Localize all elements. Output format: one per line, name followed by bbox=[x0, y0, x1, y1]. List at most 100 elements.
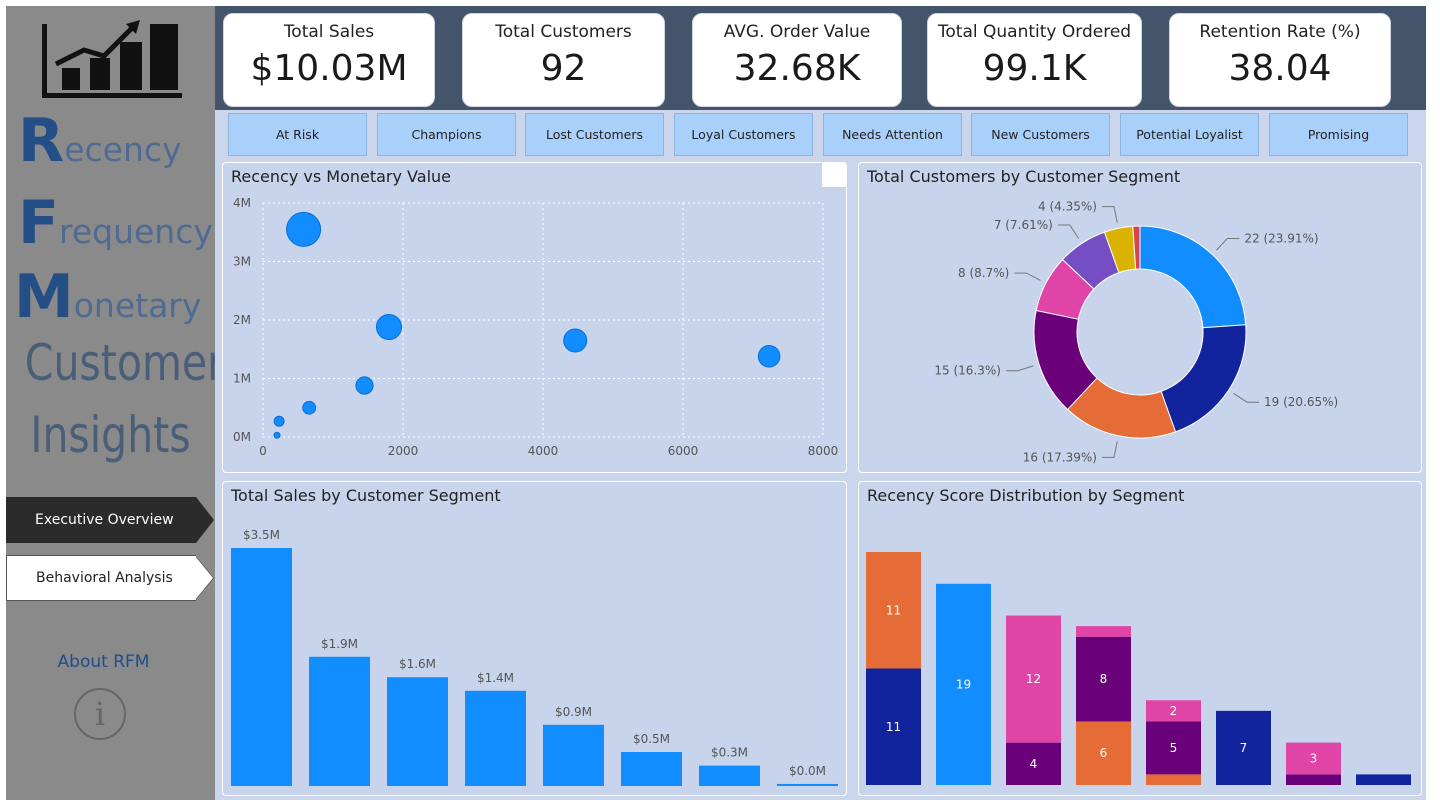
stack-segment-label: 11 bbox=[886, 720, 901, 734]
donut-leader-line bbox=[1005, 365, 1034, 372]
kpi-card-avg-order-value: AVG. Order Value 32.68K bbox=[692, 13, 902, 107]
donut-leader-line bbox=[1057, 224, 1079, 239]
bar-chart: $3.5M $1.9M $1.6M $1.4M $0.9M $0.5M $0.3M $0.0M bbox=[231, 528, 838, 786]
kpi-value: $10.03M bbox=[250, 48, 408, 89]
scatter-point bbox=[286, 211, 322, 247]
donut-chart: 22 (23.91%) 19 (20.65%) 16 (17.39%) 15 (16.… bbox=[934, 200, 1338, 465]
y-tick-label: 4M bbox=[233, 196, 251, 210]
rfm-monetary-rest: onetary bbox=[73, 286, 202, 325]
sales-bar bbox=[621, 752, 682, 786]
segment-button-loyal-customers[interactable]: Loyal Customers bbox=[674, 113, 813, 156]
scatter-point bbox=[302, 400, 317, 415]
donut-leader-line bbox=[1014, 272, 1041, 281]
insights-heading: Insights bbox=[30, 406, 191, 464]
kpi-label: Retention Rate (%) bbox=[1199, 22, 1361, 42]
stack-segment-label: 2 bbox=[1170, 704, 1178, 718]
scatter-panel: Recency vs Monetary Value 0M 1M 2M 3M 4M 0 200… bbox=[222, 162, 847, 473]
sales-bar bbox=[699, 765, 760, 786]
scatter-point bbox=[355, 376, 374, 395]
x-tick-label: 8000 bbox=[808, 444, 839, 458]
about-rfm-link[interactable]: About RFM bbox=[6, 652, 201, 672]
donut-data-label: 15 (16.3%) bbox=[934, 364, 1001, 378]
stack-segment bbox=[1356, 774, 1411, 785]
scatter-point bbox=[375, 313, 403, 341]
y-tick-label: 3M bbox=[233, 255, 251, 269]
kpi-label: Total Customers bbox=[495, 22, 632, 42]
stack-segment-label: 12 bbox=[1026, 672, 1041, 686]
donut-leader-line bbox=[1101, 206, 1118, 223]
x-tick-label: 2000 bbox=[388, 444, 419, 458]
dashboard-root: Recency Frequency Monetary Customer Insi… bbox=[0, 0, 1440, 806]
y-tick-label: 1M bbox=[233, 372, 251, 386]
stack-segment-label: 5 bbox=[1170, 741, 1178, 755]
info-icon[interactable]: i bbox=[74, 688, 126, 740]
sales-bar-label: $0.0M bbox=[789, 764, 826, 778]
stack-segment-label: 6 bbox=[1100, 746, 1108, 760]
segment-button-new-customers[interactable]: New Customers bbox=[971, 113, 1110, 156]
bar-panel: Total Sales by Customer Segment $3.5M $1.… bbox=[222, 481, 847, 796]
segment-button-champions[interactable]: Champions bbox=[377, 113, 516, 156]
segment-button-needs-attention[interactable]: Needs Attention bbox=[823, 113, 962, 156]
sales-bar-label: $0.3M bbox=[711, 746, 748, 760]
scatter-point bbox=[273, 431, 281, 439]
kpi-card-retention-rate: Retention Rate (%) 38.04 bbox=[1169, 13, 1391, 107]
segment-button-lost-customers[interactable]: Lost Customers bbox=[525, 113, 664, 156]
kpi-value: 92 bbox=[540, 48, 587, 89]
rfm-recency: Recency bbox=[18, 106, 182, 176]
stacked-bar-chart: 11 11 19 4 12 6 8 5 2 7 3 bbox=[866, 552, 1411, 785]
stack-segment-label: 4 bbox=[1030, 757, 1038, 771]
y-tick-label: 0M bbox=[233, 430, 251, 444]
stack-segment-label: 8 bbox=[1100, 672, 1108, 686]
donut-slice bbox=[1139, 225, 1247, 329]
donut-data-label: 19 (20.65%) bbox=[1264, 395, 1338, 409]
sidebar: Recency Frequency Monetary Customer Insi… bbox=[6, 6, 224, 800]
scatter-point bbox=[757, 345, 781, 368]
sales-bar-label: $3.5M bbox=[243, 528, 280, 542]
segment-button-promising[interactable]: Promising bbox=[1269, 113, 1408, 156]
stack-segment bbox=[1286, 774, 1341, 785]
bar-chart-logo-icon bbox=[42, 20, 182, 98]
kpi-card-total-quantity: Total Quantity Ordered 99.1K bbox=[927, 13, 1142, 107]
rfm-frequency-rest: requency bbox=[59, 212, 213, 251]
nav-executive-overview-arrow bbox=[196, 497, 214, 543]
content-area: At Risk Champions Lost Customers Loyal C… bbox=[215, 110, 1426, 800]
nav-executive-overview[interactable]: Executive Overview bbox=[6, 497, 196, 543]
sales-bar-label: $0.9M bbox=[555, 705, 592, 719]
donut-data-label: 22 (23.91%) bbox=[1244, 231, 1318, 245]
donut-slice bbox=[1160, 324, 1247, 433]
rfm-monetary-initial: M bbox=[14, 262, 74, 332]
x-tick-label: 6000 bbox=[668, 444, 699, 458]
stack-segment bbox=[1146, 774, 1201, 785]
donut-data-label: 16 (17.39%) bbox=[1023, 450, 1097, 464]
donut-data-label: 8 (8.7%) bbox=[958, 266, 1009, 280]
donut-data-label: 4 (4.35%) bbox=[1038, 200, 1097, 214]
rfm-monetary: Monetary bbox=[14, 262, 201, 332]
stack-panel: Recency Score Distribution by Segment 11… bbox=[858, 481, 1422, 796]
segment-button-at-risk[interactable]: At Risk bbox=[228, 113, 367, 156]
donut-leader-line bbox=[1216, 237, 1240, 251]
sales-bar-label: $1.9M bbox=[321, 637, 358, 651]
kpi-value: 99.1K bbox=[982, 48, 1087, 89]
kpi-value: 32.68K bbox=[733, 48, 861, 89]
sales-bar bbox=[231, 548, 292, 786]
sales-bar bbox=[309, 656, 370, 786]
kpi-band: Total Sales $10.03M Total Customers 92 A… bbox=[215, 6, 1426, 110]
kpi-card-total-customers: Total Customers 92 bbox=[462, 13, 665, 107]
customer-heading: Customer bbox=[24, 334, 224, 392]
scatter-point bbox=[273, 415, 285, 427]
sales-bar bbox=[465, 690, 526, 786]
stack-segment bbox=[1076, 626, 1131, 637]
segment-button-potential-loyalist[interactable]: Potential Loyalist bbox=[1120, 113, 1259, 156]
kpi-value: 38.04 bbox=[1228, 48, 1332, 89]
stack-segment-label: 7 bbox=[1240, 741, 1248, 755]
sales-bar-label: $0.5M bbox=[633, 732, 670, 746]
donut-leader-line bbox=[1233, 393, 1260, 403]
scatter-chart: 0M 1M 2M 3M 4M 0 2000 4000 6000 8000 bbox=[233, 196, 839, 458]
kpi-label: Total Quantity Ordered bbox=[937, 22, 1132, 42]
sales-bar-label: $1.4M bbox=[477, 671, 514, 685]
scatter-point bbox=[563, 328, 588, 353]
nav-behavioral-analysis-arrow[interactable] bbox=[195, 556, 213, 600]
y-tick-label: 2M bbox=[233, 313, 251, 327]
kpi-label: Total Sales bbox=[283, 22, 375, 42]
nav-behavioral-analysis[interactable]: Behavioral Analysis bbox=[6, 555, 196, 601]
